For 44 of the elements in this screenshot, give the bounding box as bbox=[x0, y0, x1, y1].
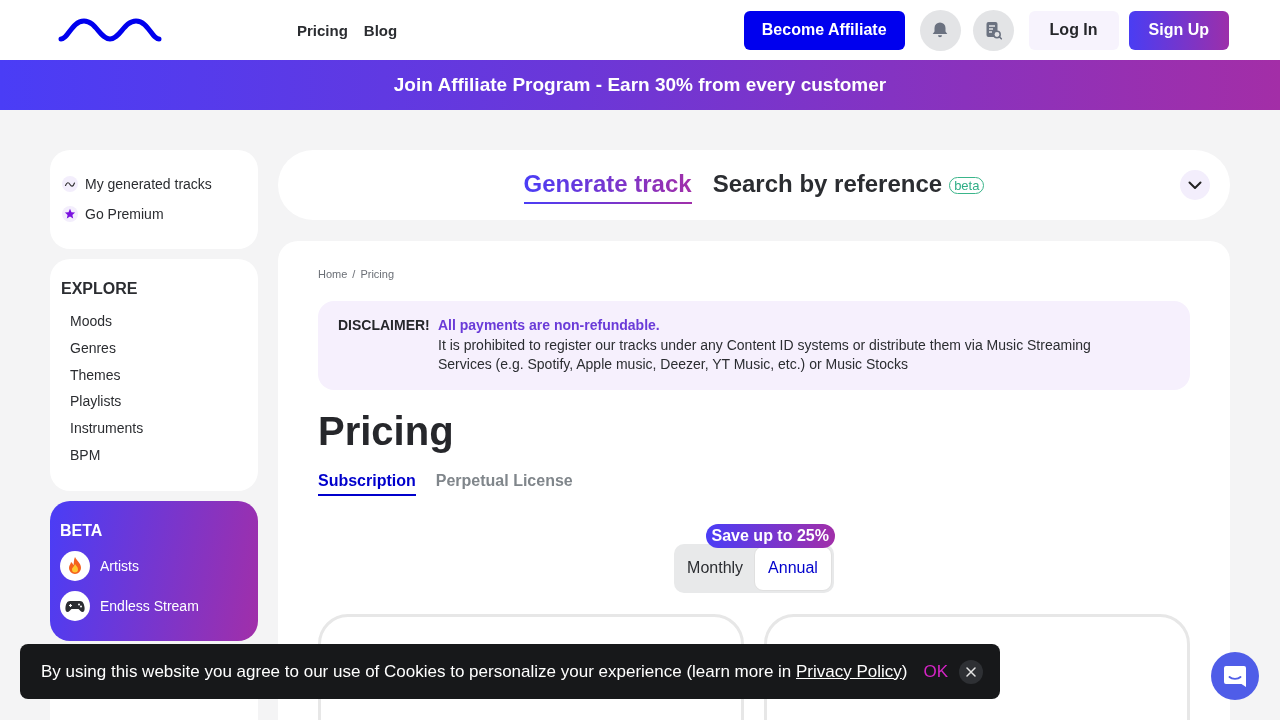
explore-link[interactable]: Themes bbox=[61, 361, 121, 389]
explore-link[interactable]: Playlists bbox=[61, 388, 122, 416]
fire-icon bbox=[60, 550, 90, 581]
disclaimer-text: It is prohibited to register our tracks under any Content ID systems or distribute them via Music Streaming Services (e.g. Spotify, Apple music, Deezer, YT Music, etc.) or Music Stocks bbox=[438, 335, 1092, 374]
mode-tab[interactable]: Search by reference bbox=[712, 166, 943, 204]
pricing-tab[interactable]: Subscription bbox=[318, 470, 416, 496]
breadcrumb-current: Pricing bbox=[360, 267, 395, 281]
explore-link[interactable]: Genres bbox=[61, 334, 116, 362]
sidebar-link[interactable]: Go Premium bbox=[85, 206, 164, 222]
signup-button[interactable]: Sign Up bbox=[1128, 10, 1229, 50]
beta-link[interactable]: Endless Stream bbox=[100, 597, 199, 614]
explore-link[interactable]: Moods bbox=[61, 308, 113, 335]
save-badge: Save up to 25% bbox=[705, 523, 835, 548]
search-tracks-button[interactable] bbox=[972, 9, 1014, 51]
chat-launcher-icon[interactable] bbox=[1211, 652, 1259, 700]
billing-option[interactable]: Annual bbox=[754, 545, 832, 591]
privacy-policy-link[interactable]: Privacy Policy bbox=[796, 661, 902, 681]
notifications-button[interactable] bbox=[919, 9, 961, 51]
breadcrumb-separator: / bbox=[352, 267, 356, 281]
disclaimer-label: DISCLAIMER! bbox=[338, 316, 431, 335]
wave-logo[interactable] bbox=[58, 18, 162, 42]
cookie-message: By using this website you agree to our use of Cookies to personalize your experience (learn more in Privacy Policy) bbox=[41, 661, 908, 682]
cookie-accept-button[interactable]: OK bbox=[923, 661, 949, 682]
close-icon[interactable] bbox=[959, 659, 984, 684]
nav-link[interactable]: Blog bbox=[363, 21, 398, 39]
billing-option[interactable]: Monthly bbox=[676, 545, 755, 591]
nav-link[interactable]: Pricing bbox=[297, 21, 348, 39]
breadcrumb-link[interactable]: Home bbox=[318, 267, 348, 281]
wave-icon bbox=[62, 176, 78, 192]
gamepad-icon bbox=[60, 590, 90, 621]
explore-link[interactable]: Instruments bbox=[61, 415, 144, 442]
star-icon bbox=[62, 206, 78, 222]
explore-link[interactable]: BPM bbox=[61, 442, 101, 469]
sidebar-link[interactable]: My generated tracks bbox=[85, 176, 212, 192]
disclaimer-headline: All payments are non-refundable. bbox=[438, 316, 661, 335]
pricing-tab[interactable]: Perpetual License bbox=[435, 470, 573, 496]
beta-title: BETA bbox=[60, 520, 104, 541]
explore-title: EXPLORE bbox=[61, 279, 139, 299]
chevron-down-icon[interactable] bbox=[1180, 170, 1210, 200]
beta-link[interactable]: Artists bbox=[100, 557, 139, 574]
promo-banner[interactable]: Join Affiliate Program - Earn 30% from every customer bbox=[0, 60, 1280, 110]
become-affiliate-button[interactable]: Become Affiliate bbox=[743, 10, 905, 50]
login-button[interactable]: Log In bbox=[1028, 10, 1119, 50]
page-title: Pricing bbox=[318, 407, 455, 455]
